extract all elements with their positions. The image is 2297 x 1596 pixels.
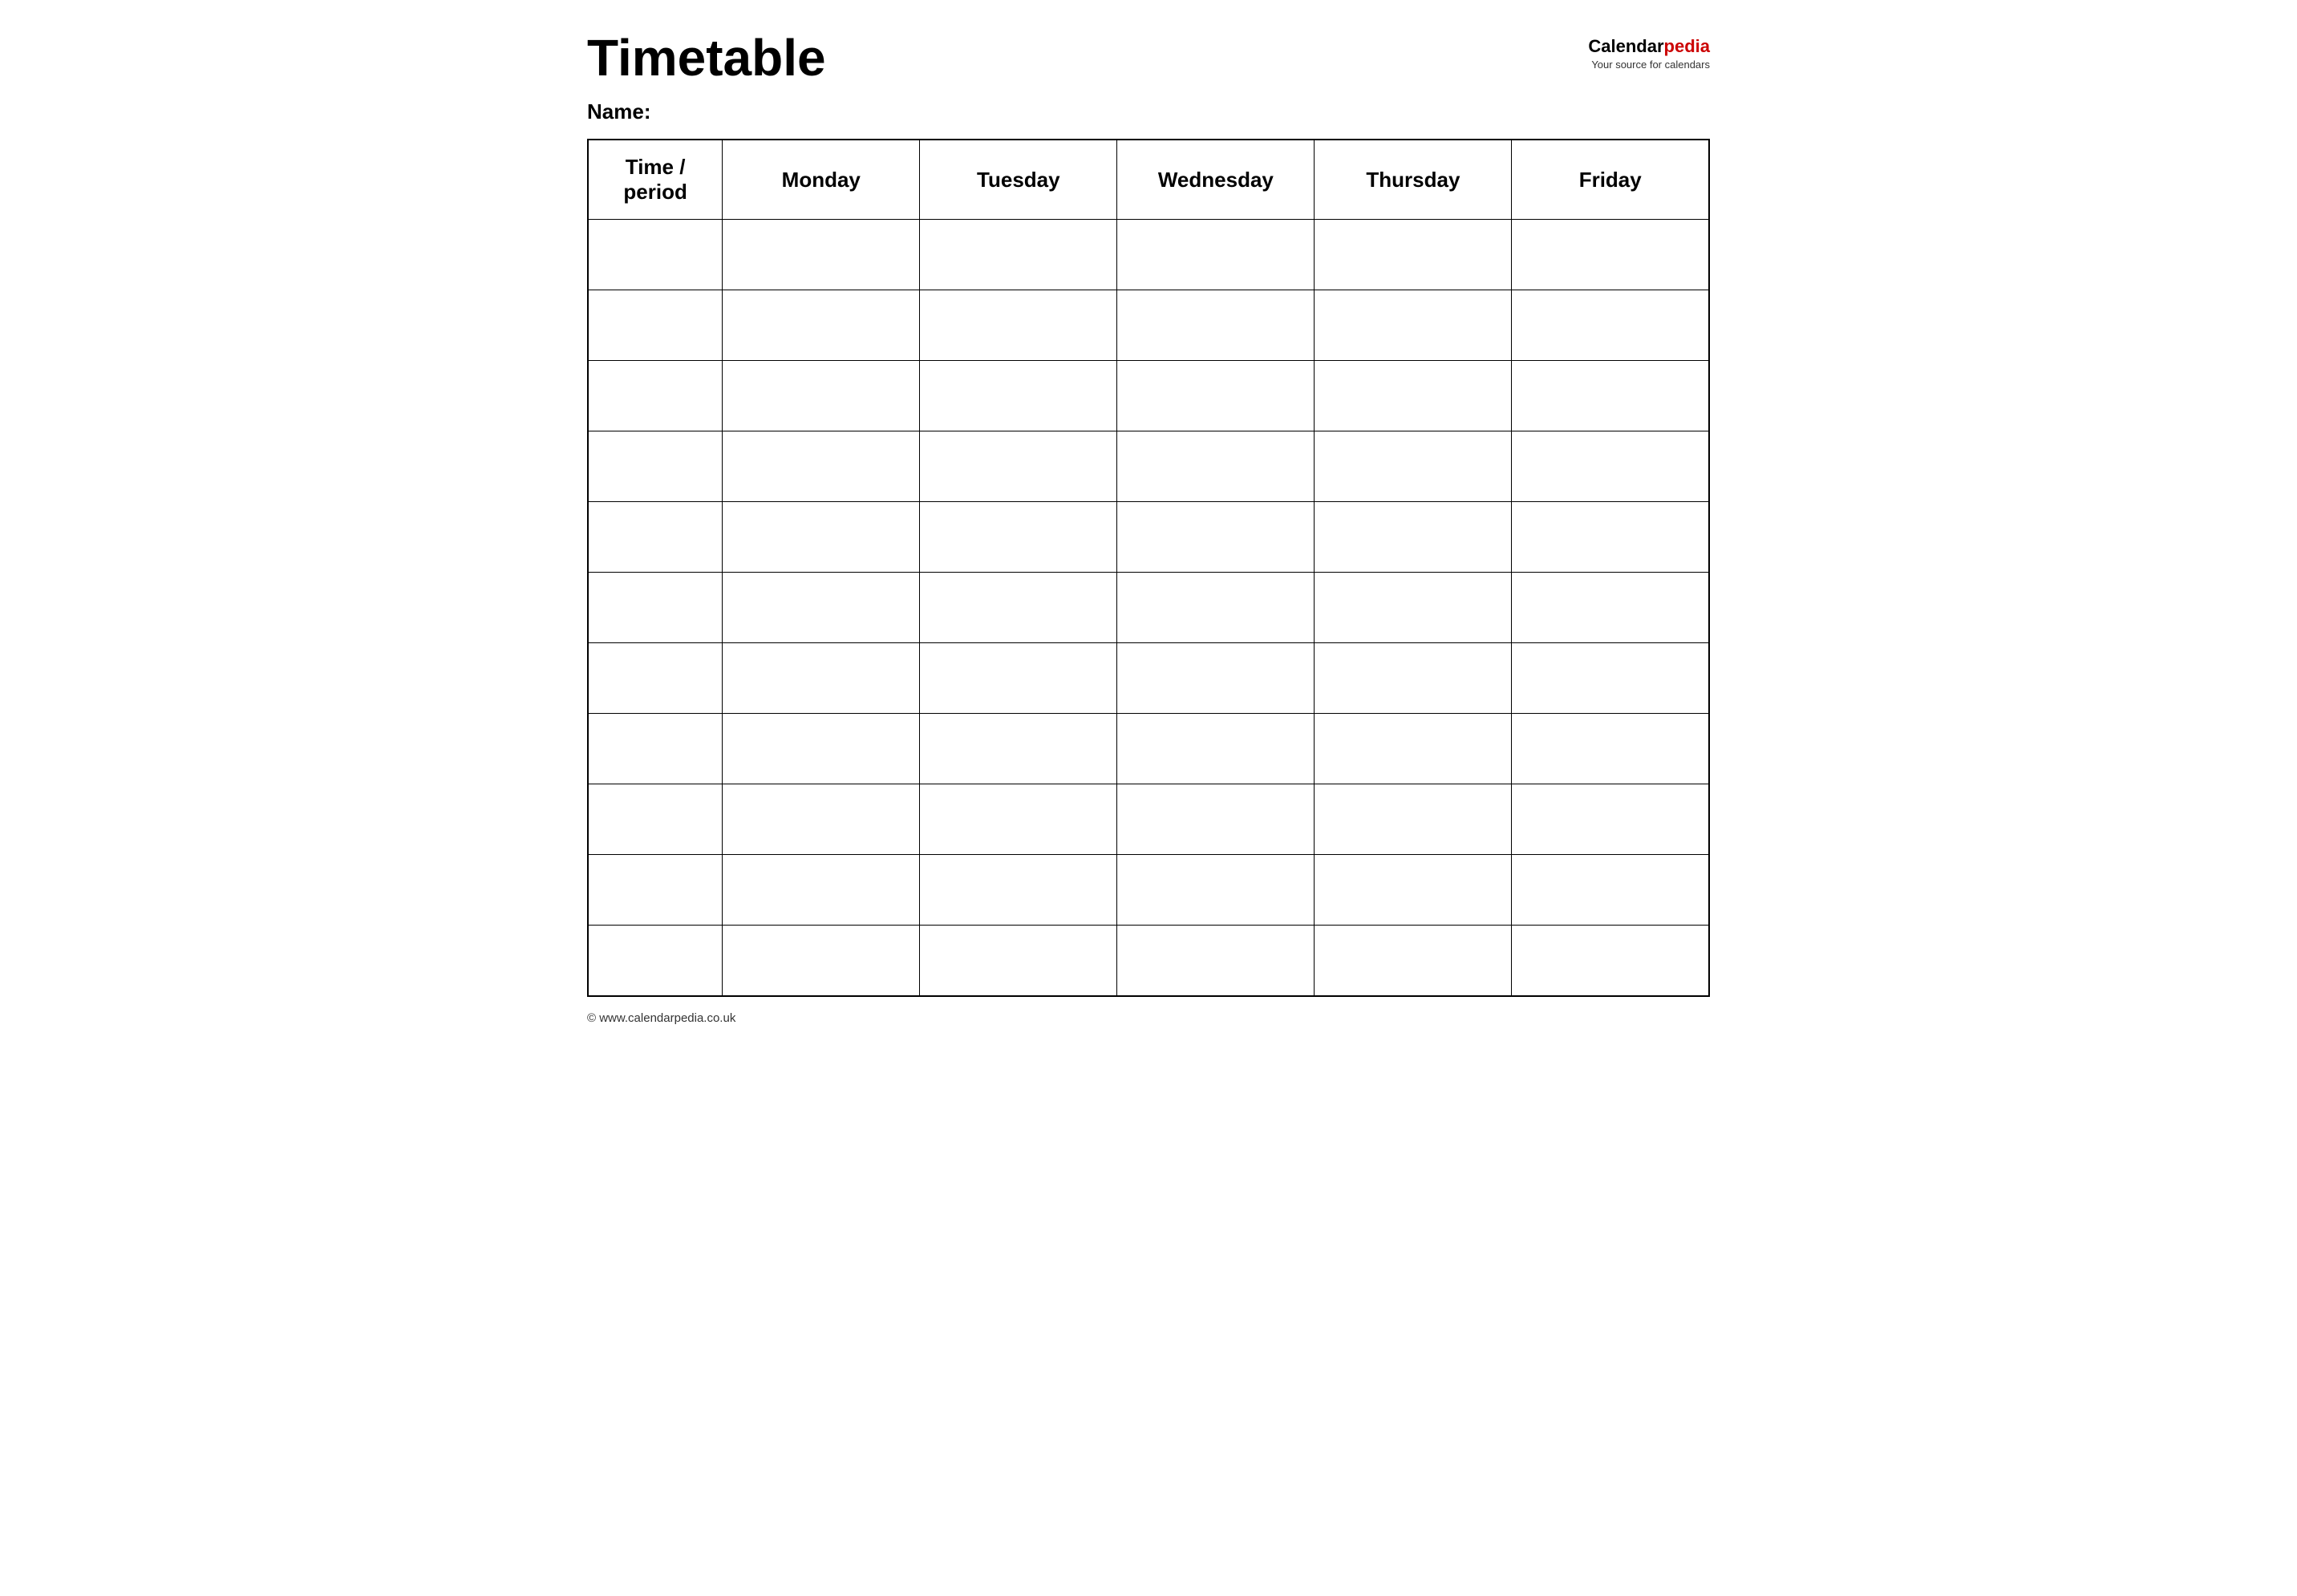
table-row	[588, 431, 1709, 502]
table-row	[588, 855, 1709, 926]
day-cell[interactable]	[1117, 290, 1315, 361]
day-cell[interactable]	[1117, 220, 1315, 290]
day-cell[interactable]	[1315, 643, 1512, 714]
day-cell[interactable]	[1512, 714, 1709, 784]
day-cell[interactable]	[1315, 502, 1512, 573]
col-header-thursday: Thursday	[1315, 140, 1512, 220]
day-cell[interactable]	[1117, 643, 1315, 714]
day-cell[interactable]	[1117, 431, 1315, 502]
table-row	[588, 290, 1709, 361]
day-cell[interactable]	[1512, 502, 1709, 573]
time-cell[interactable]	[588, 714, 723, 784]
day-cell[interactable]	[920, 714, 1117, 784]
day-cell[interactable]	[920, 220, 1117, 290]
time-cell[interactable]	[588, 502, 723, 573]
day-cell[interactable]	[920, 643, 1117, 714]
footer: © www.calendarpedia.co.uk	[587, 1011, 1710, 1025]
day-cell[interactable]	[723, 926, 920, 996]
day-cell[interactable]	[920, 502, 1117, 573]
time-cell[interactable]	[588, 431, 723, 502]
header-row: Timetable Calendarpedia Your source for …	[587, 32, 1710, 83]
day-cell[interactable]	[723, 502, 920, 573]
table-row	[588, 361, 1709, 431]
table-header-row: Time / period Monday Tuesday Wednesday T…	[588, 140, 1709, 220]
page-wrapper: Timetable Calendarpedia Your source for …	[587, 32, 1710, 1025]
table-row	[588, 643, 1709, 714]
logo-area: Calendarpedia Your source for calendars	[1588, 32, 1710, 71]
table-row	[588, 502, 1709, 573]
table-row	[588, 926, 1709, 996]
timetable-body	[588, 220, 1709, 996]
day-cell[interactable]	[920, 855, 1117, 926]
day-cell[interactable]	[1315, 361, 1512, 431]
table-row	[588, 714, 1709, 784]
day-cell[interactable]	[1117, 502, 1315, 573]
day-cell[interactable]	[1315, 290, 1512, 361]
day-cell[interactable]	[723, 784, 920, 855]
day-cell[interactable]	[920, 784, 1117, 855]
day-cell[interactable]	[920, 573, 1117, 643]
time-cell[interactable]	[588, 290, 723, 361]
day-cell[interactable]	[1512, 573, 1709, 643]
time-cell[interactable]	[588, 361, 723, 431]
name-label: Name:	[587, 99, 650, 124]
day-cell[interactable]	[1512, 855, 1709, 926]
day-cell[interactable]	[1512, 926, 1709, 996]
logo-pedia-part: pedia	[1664, 36, 1710, 57]
day-cell[interactable]	[723, 573, 920, 643]
timetable: Time / period Monday Tuesday Wednesday T…	[587, 139, 1710, 997]
time-cell[interactable]	[588, 784, 723, 855]
time-cell[interactable]	[588, 643, 723, 714]
time-cell[interactable]	[588, 220, 723, 290]
day-cell[interactable]	[1117, 855, 1315, 926]
logo-calendar-part: Calendar	[1588, 36, 1663, 57]
day-cell[interactable]	[1315, 784, 1512, 855]
day-cell[interactable]	[723, 431, 920, 502]
name-row: Name:	[587, 99, 1710, 124]
day-cell[interactable]	[1117, 926, 1315, 996]
page-title: Timetable	[587, 32, 826, 83]
day-cell[interactable]	[1512, 784, 1709, 855]
logo-text: Calendarpedia	[1588, 36, 1710, 57]
day-cell[interactable]	[1117, 361, 1315, 431]
day-cell[interactable]	[1512, 431, 1709, 502]
col-header-tuesday: Tuesday	[920, 140, 1117, 220]
time-cell[interactable]	[588, 573, 723, 643]
table-row	[588, 573, 1709, 643]
day-cell[interactable]	[1315, 431, 1512, 502]
day-cell[interactable]	[1512, 643, 1709, 714]
table-row	[588, 784, 1709, 855]
footer-url: © www.calendarpedia.co.uk	[587, 1011, 735, 1025]
time-cell[interactable]	[588, 926, 723, 996]
day-cell[interactable]	[1117, 714, 1315, 784]
day-cell[interactable]	[1512, 220, 1709, 290]
day-cell[interactable]	[723, 220, 920, 290]
day-cell[interactable]	[1117, 573, 1315, 643]
col-header-monday: Monday	[723, 140, 920, 220]
day-cell[interactable]	[723, 714, 920, 784]
time-cell[interactable]	[588, 855, 723, 926]
day-cell[interactable]	[1512, 361, 1709, 431]
day-cell[interactable]	[920, 431, 1117, 502]
col-header-time: Time / period	[588, 140, 723, 220]
day-cell[interactable]	[1315, 855, 1512, 926]
day-cell[interactable]	[1315, 926, 1512, 996]
col-header-friday: Friday	[1512, 140, 1709, 220]
day-cell[interactable]	[920, 290, 1117, 361]
day-cell[interactable]	[1315, 714, 1512, 784]
day-cell[interactable]	[723, 361, 920, 431]
col-header-wednesday: Wednesday	[1117, 140, 1315, 220]
day-cell[interactable]	[1117, 784, 1315, 855]
day-cell[interactable]	[1512, 290, 1709, 361]
day-cell[interactable]	[1315, 220, 1512, 290]
day-cell[interactable]	[723, 643, 920, 714]
logo-subtitle: Your source for calendars	[1588, 59, 1710, 71]
day-cell[interactable]	[723, 290, 920, 361]
table-row	[588, 220, 1709, 290]
day-cell[interactable]	[920, 926, 1117, 996]
day-cell[interactable]	[920, 361, 1117, 431]
day-cell[interactable]	[1315, 573, 1512, 643]
day-cell[interactable]	[723, 855, 920, 926]
